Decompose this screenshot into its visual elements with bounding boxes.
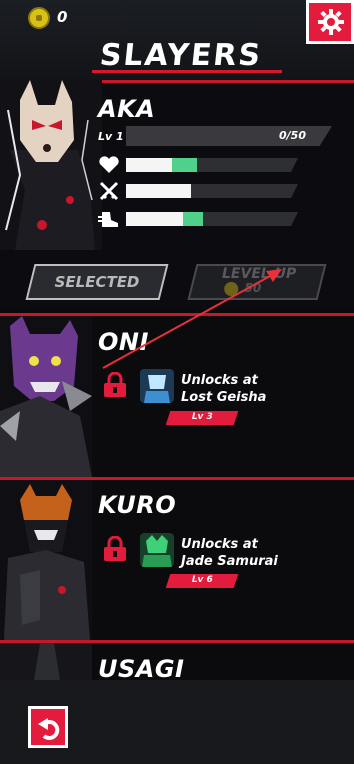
unlock-requirement-kuro: Unlocks at Jade Samurai (181, 537, 278, 569)
lost-geisha-thumbnail (140, 369, 174, 403)
back-button[interactable] (28, 706, 68, 748)
coin-icon (28, 7, 50, 29)
coin-icon (224, 282, 239, 296)
speed-shoe-icon (98, 212, 118, 227)
selected-label: SELECTED (54, 273, 140, 291)
jade-samurai-thumbnail (140, 533, 174, 567)
selected-button[interactable]: SELECTED (25, 264, 169, 300)
level-label: Lv 1 (98, 130, 124, 143)
slayer-name-aka: AKA (98, 95, 156, 123)
gear-icon (318, 9, 344, 35)
usagi-portrait (0, 643, 92, 680)
heart-icon (99, 156, 119, 173)
aka-portrait (0, 80, 102, 250)
lock-icon (104, 536, 126, 561)
swords-icon (99, 181, 119, 201)
coin-count: 0 (57, 8, 68, 26)
health-stat-bar (126, 158, 298, 172)
page-title: SLAYERS (98, 38, 264, 73)
speed-stat-bar (126, 212, 298, 226)
unlock-level-tag-oni: Lv 3 (165, 411, 239, 425)
kuro-portrait (0, 480, 92, 640)
settings-button[interactable] (306, 0, 354, 44)
level-up-label: LEVEL UP (221, 266, 297, 282)
speed-bonus-fill (182, 212, 204, 226)
slayer-name-usagi: USAGI (98, 655, 185, 683)
level-up-cost: 50 (244, 281, 262, 295)
level-up-button[interactable]: LEVEL UP 50 (187, 264, 327, 300)
unlock-requirement-oni: Unlocks at Lost Geisha (181, 373, 267, 405)
xp-bar: 0/50 (126, 126, 332, 146)
lock-icon (104, 372, 126, 397)
xp-text: 0/50 (279, 129, 306, 142)
title-underline (92, 70, 282, 73)
back-arrow-icon (38, 718, 60, 740)
slayer-name-oni: ONI (98, 328, 149, 356)
speed-fill (126, 212, 183, 226)
health-bonus-fill (172, 158, 197, 172)
attack-fill (126, 184, 192, 198)
attack-stat-bar (126, 184, 298, 198)
oni-portrait (0, 316, 92, 477)
slayer-name-kuro: KURO (98, 491, 177, 519)
unlock-level-tag-kuro: Lv 6 (165, 574, 239, 588)
health-fill (126, 158, 173, 172)
